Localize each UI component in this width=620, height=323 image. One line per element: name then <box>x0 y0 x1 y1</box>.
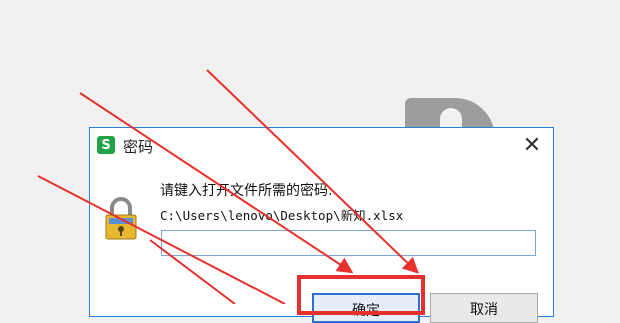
dialog-title: 密码 <box>123 138 154 156</box>
cancel-button[interactable]: 取消 <box>430 293 538 323</box>
password-input[interactable] <box>161 230 536 256</box>
password-prompt-label: 请键入打开文件所需的密码: <box>160 183 333 199</box>
lock-icon <box>105 197 137 240</box>
app-icon: S <box>97 136 115 154</box>
dialog-titlebar: S 密码 ✕ <box>90 128 553 162</box>
file-path-label: C:\Users\lenovo\Desktop\新知.xlsx <box>160 208 404 223</box>
annotation-highlight-box <box>297 275 425 315</box>
close-icon[interactable]: ✕ <box>519 132 545 158</box>
